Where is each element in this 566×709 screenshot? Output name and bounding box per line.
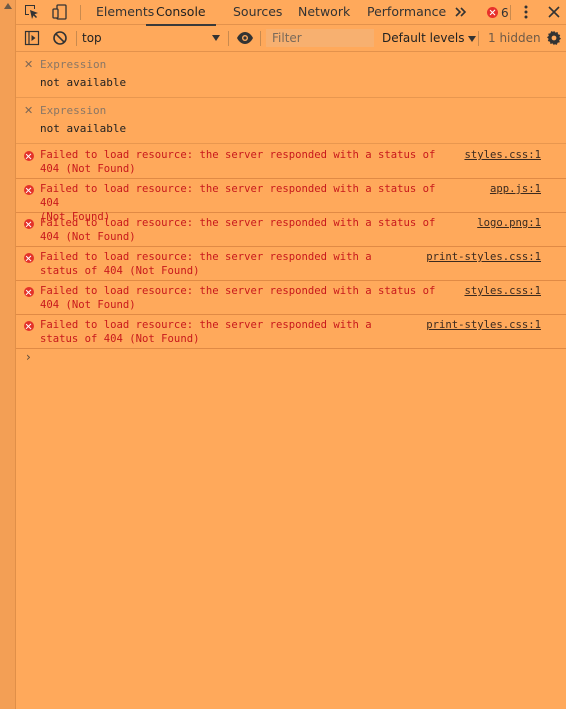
console-message: Failed to load resource: the server resp… [16, 247, 566, 281]
more-tabs-chevron-icon[interactable] [452, 4, 468, 20]
chevron-down-icon [468, 35, 477, 42]
devtools-tabbar: Elements Console Sources Network Perform… [16, 0, 566, 26]
error-icon [24, 185, 34, 195]
eye-icon[interactable] [236, 30, 253, 46]
message-source-link[interactable]: styles.css:1 [464, 284, 541, 298]
message-text: Failed to load resource: the server resp… [40, 251, 372, 277]
tab-performance[interactable]: Performance [367, 0, 446, 24]
inspect-element-icon[interactable] [24, 4, 40, 20]
hidden-count: 1 hidden [488, 31, 541, 45]
error-icon [24, 253, 34, 263]
error-icon [487, 7, 498, 18]
kebab-menu-icon[interactable] [518, 4, 534, 20]
toolbar-separator [76, 31, 77, 46]
console-message: Failed to load resource: the server resp… [16, 179, 566, 223]
show-sidebar-icon[interactable] [24, 30, 40, 46]
console-prompt-chevron-icon[interactable]: › [26, 350, 31, 364]
gear-icon[interactable] [546, 30, 562, 46]
error-icon [24, 321, 34, 331]
error-count: 6 [501, 5, 509, 20]
log-levels-dropdown[interactable]: Default levels [382, 29, 477, 47]
console-message: Failed to load resource: the server resp… [16, 281, 566, 315]
toolbar-separator [478, 31, 479, 46]
context-value: top [82, 31, 102, 45]
context-selector[interactable]: top [82, 29, 220, 47]
message-source-link[interactable]: styles.css:1 [464, 148, 541, 162]
tab-console[interactable]: Console [146, 0, 216, 26]
console-toolbar: top Default levels 1 hidden [16, 25, 566, 52]
message-source-link[interactable]: app.js:1 [490, 182, 541, 196]
tab-network[interactable]: Network [298, 0, 350, 24]
clear-console-icon[interactable] [52, 30, 68, 46]
toolbar-separator [260, 31, 261, 46]
tabbar-separator [510, 5, 511, 20]
expression-label[interactable]: Expression [40, 58, 106, 71]
message-source-link[interactable]: print-styles.css:1 [426, 250, 541, 264]
message-text: Failed to load resource: the server resp… [40, 149, 436, 175]
toolbar-separator [228, 31, 229, 46]
expression-value: not available [40, 76, 127, 89]
error-icon [24, 219, 34, 229]
console-message: Failed to load resource: the server resp… [16, 315, 566, 349]
tabbar-separator [80, 5, 81, 20]
close-icon[interactable]: ✕ [24, 58, 33, 71]
left-gutter [0, 0, 16, 709]
log-levels-label: Default levels [382, 31, 465, 45]
expression-value: not available [40, 122, 127, 135]
filter-input[interactable] [266, 29, 374, 47]
expression-label[interactable]: Expression [40, 104, 106, 117]
message-source-link[interactable]: logo.png:1 [477, 216, 541, 230]
chevron-down-icon [212, 35, 220, 41]
error-icon [24, 287, 34, 297]
error-count-badge[interactable]: 6 [484, 5, 509, 20]
devtools-panel: Elements Console Sources Network Perform… [16, 0, 566, 709]
close-devtools-icon[interactable] [546, 4, 562, 20]
message-text: Failed to load resource: the server resp… [40, 217, 436, 243]
live-expression: ✕ Expression not available [16, 99, 566, 144]
scroll-up-arrow-icon[interactable] [4, 3, 12, 9]
message-text: Failed to load resource: the server resp… [40, 319, 372, 345]
tab-sources[interactable]: Sources [233, 0, 282, 24]
live-expression: ✕ Expression not available [16, 53, 566, 98]
close-icon[interactable]: ✕ [24, 104, 33, 117]
console-message: Failed to load resource: the server resp… [16, 145, 566, 179]
error-icon [24, 151, 34, 161]
device-toolbar-icon[interactable] [52, 4, 68, 20]
message-source-link[interactable]: print-styles.css:1 [426, 318, 541, 332]
message-text: Failed to load resource: the server resp… [40, 285, 436, 311]
console-message: Failed to load resource: the server resp… [16, 213, 566, 247]
